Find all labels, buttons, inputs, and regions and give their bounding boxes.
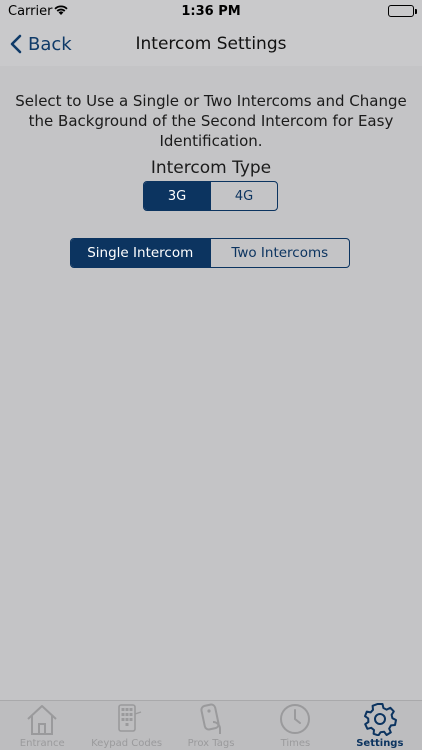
navigation-bar: Back Intercom Settings — [0, 22, 422, 66]
tab-label: Settings — [356, 738, 404, 749]
tab-bar: Entrance Keypad Codes Prox Tags Times Se… — [0, 700, 422, 750]
clock-icon — [280, 704, 311, 734]
instructions-text: Select to Use a Single or Two Intercoms … — [15, 92, 407, 150]
status-bar: Carrier 1:36 PM — [0, 0, 422, 22]
battery-icon — [388, 5, 417, 17]
page-title: Intercom Settings — [135, 34, 287, 54]
intercom-type-4g-option[interactable]: 4G — [210, 182, 277, 210]
tab-prox-tags[interactable]: Prox Tags — [169, 701, 253, 750]
intercom-type-label: Intercom Type — [150, 158, 272, 178]
tab-label: Entrance — [19, 738, 65, 749]
tab-label: Times — [280, 738, 311, 749]
tab-keypad-codes[interactable]: Keypad Codes — [84, 701, 168, 750]
tab-entrance[interactable]: Entrance — [0, 701, 84, 750]
tab-label: Prox Tags — [187, 738, 235, 749]
status-time: 1:36 PM — [181, 4, 241, 19]
gear-icon — [363, 703, 397, 736]
keypad-icon — [117, 704, 141, 732]
single-intercom-option[interactable]: Single Intercom — [71, 239, 210, 267]
two-intercoms-option[interactable]: Two Intercoms — [209, 239, 350, 267]
prox-tag-icon — [200, 703, 222, 734]
house-icon — [27, 705, 57, 735]
intercom-type-3g-option[interactable]: 3G — [144, 182, 210, 210]
intercom-type-segmented-control: 3G 4G — [143, 181, 278, 211]
tab-times[interactable]: Times — [253, 701, 337, 750]
tab-settings[interactable]: Settings — [338, 701, 422, 750]
intercom-count-segmented-control: Single Intercom Two Intercoms — [70, 238, 350, 268]
tab-label: Keypad Codes — [91, 738, 163, 749]
